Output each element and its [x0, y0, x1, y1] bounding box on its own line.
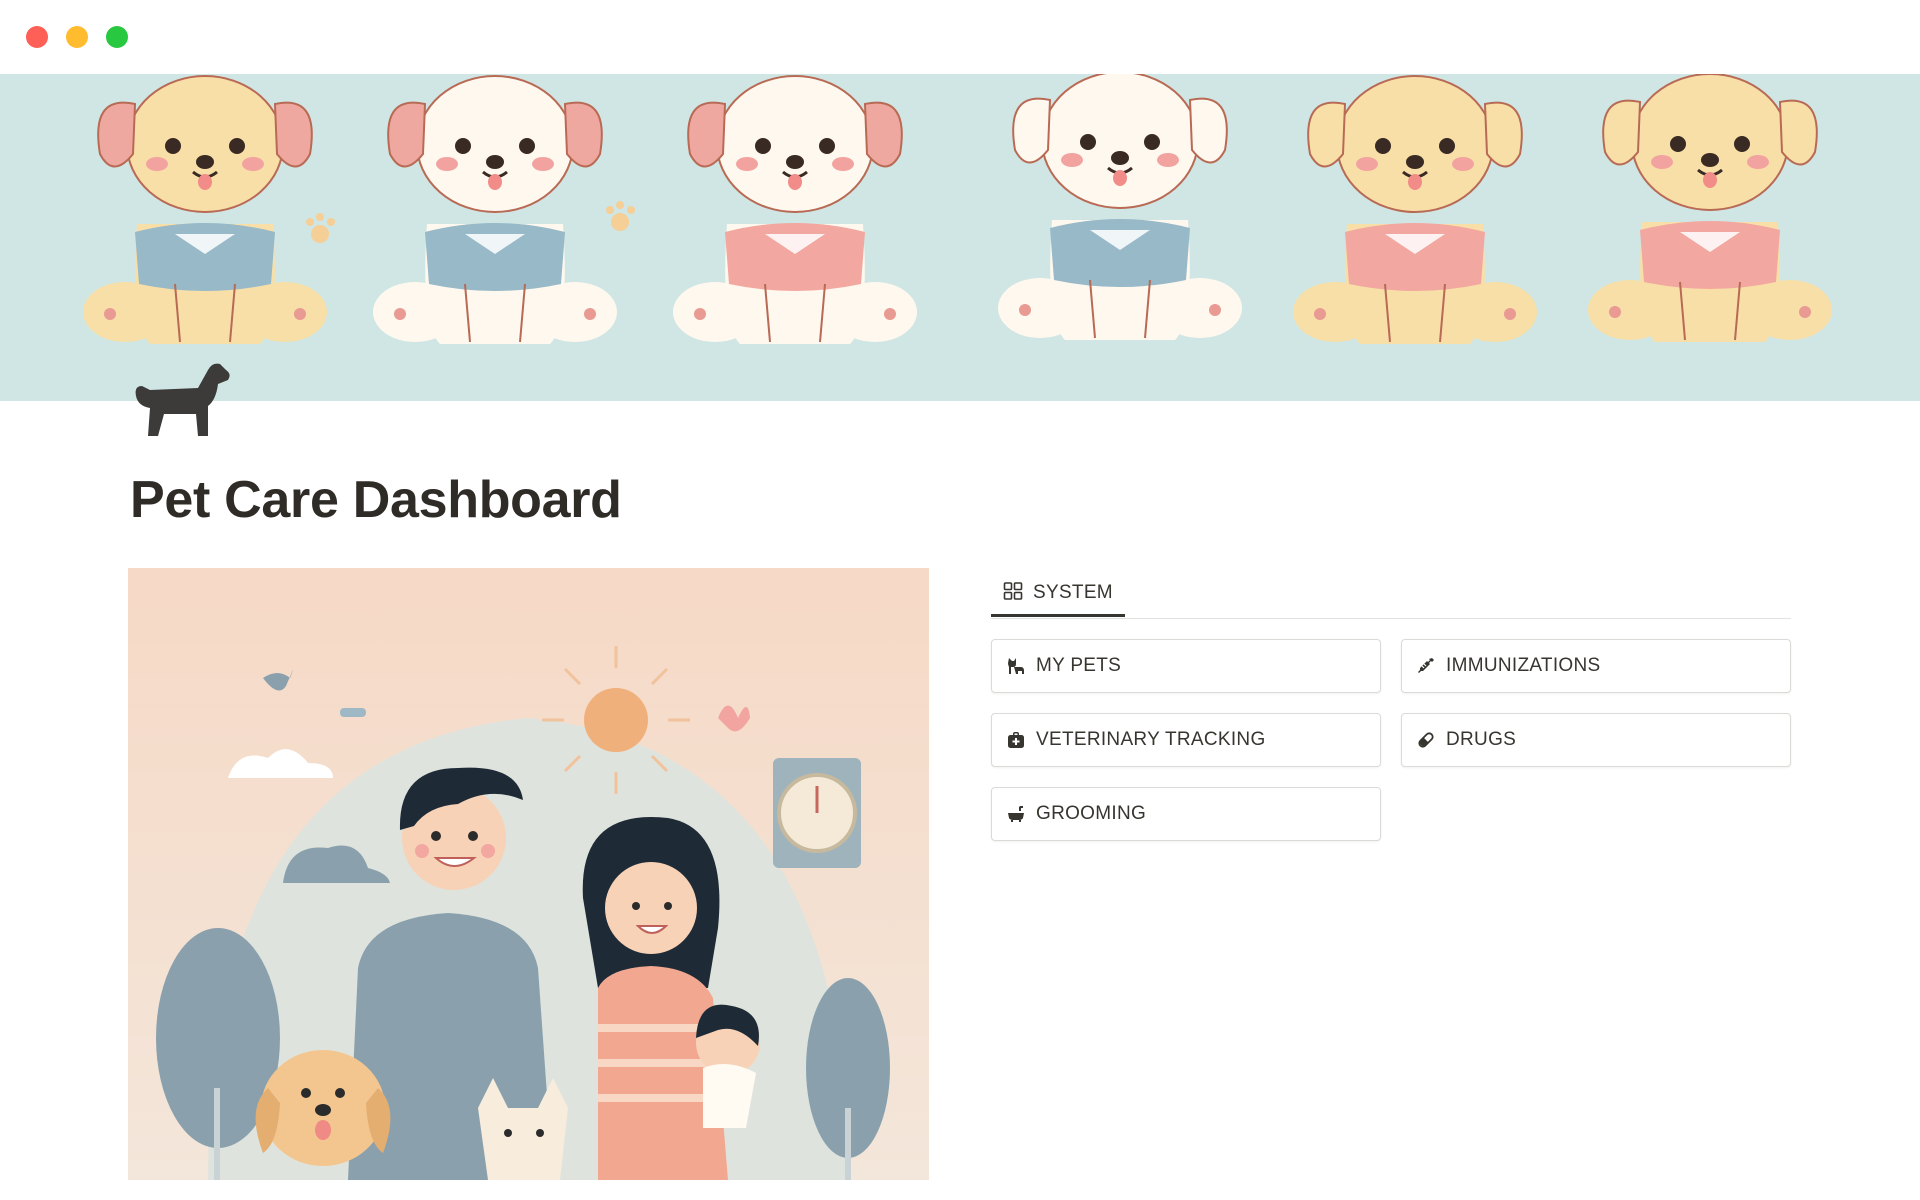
bathtub-icon [1006, 804, 1026, 824]
grooming-label: GROOMING [1036, 803, 1147, 824]
immunizations-button[interactable]: IMMUNIZATIONS [1401, 639, 1791, 693]
cover-image [0, 74, 1920, 401]
tab-system[interactable]: SYSTEM [991, 572, 1125, 617]
dog-icon[interactable] [128, 356, 234, 442]
my-pets-button[interactable]: MY PETS [991, 639, 1381, 693]
page-title: Pet Care Dashboard [130, 471, 622, 529]
veterinary-tracking-button[interactable]: VETERINARY TRACKING [991, 713, 1381, 767]
veterinary-tracking-label: VETERINARY TRACKING [1036, 729, 1266, 750]
my-pets-label: MY PETS [1036, 655, 1122, 676]
tab-label: SYSTEM [1033, 582, 1113, 603]
grooming-button[interactable]: GROOMING [991, 787, 1381, 841]
drugs-label: DRUGS [1446, 729, 1517, 750]
close-window-button[interactable] [26, 26, 48, 48]
grid-icon [1003, 581, 1023, 606]
pill-icon [1416, 730, 1436, 750]
syringe-icon [1416, 656, 1436, 676]
app-window: Pet Care Dashboard SYSTEM MY PETS IMMUNI… [0, 0, 1920, 1200]
title-bar [0, 0, 1920, 74]
minimize-window-button[interactable] [66, 26, 88, 48]
drugs-button[interactable]: DRUGS [1401, 713, 1791, 767]
family-illustration [128, 568, 929, 1180]
medical-bag-icon [1006, 730, 1026, 750]
immunizations-label: IMMUNIZATIONS [1446, 655, 1601, 676]
zoom-window-button[interactable] [106, 26, 128, 48]
view-tab-bar: SYSTEM [991, 572, 1791, 619]
cat-icon [1006, 656, 1026, 676]
